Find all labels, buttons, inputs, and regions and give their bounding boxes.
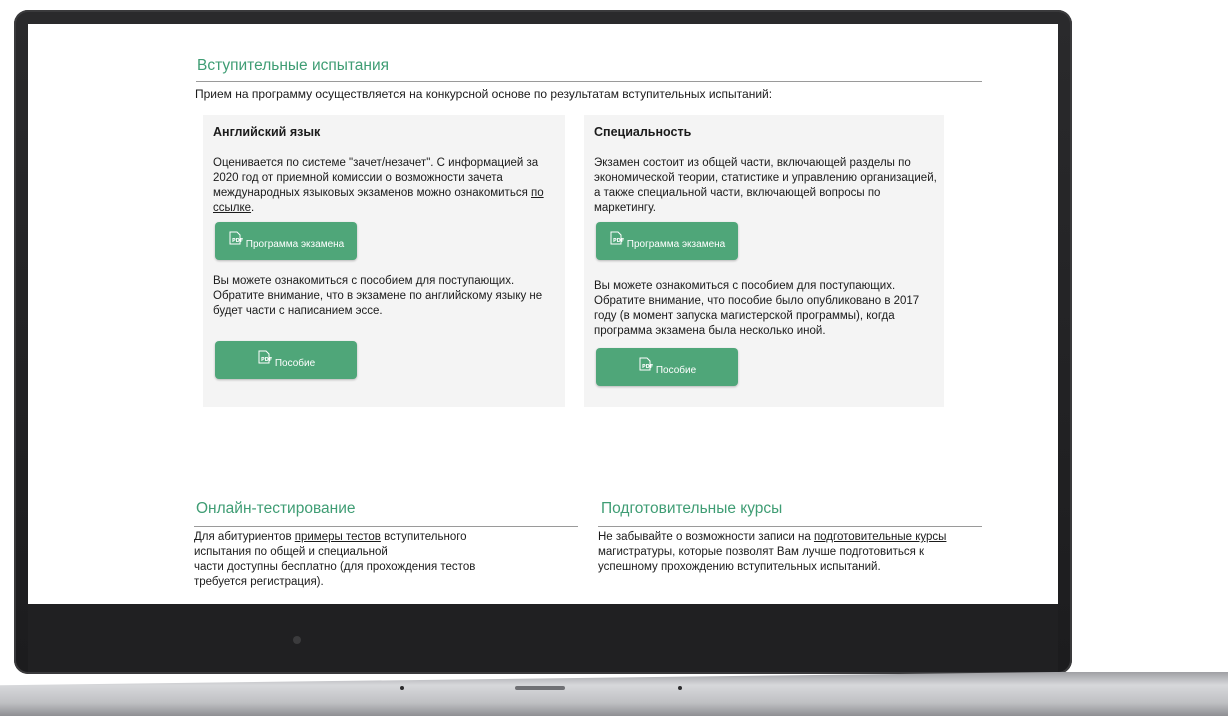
svg-text:PDF: PDF <box>232 238 243 244</box>
webcam-icon <box>293 636 301 644</box>
english-manual-button[interactable]: PDF Пособие <box>215 341 357 379</box>
courses-text-end: магистратуры, которые позволят Вам лучше… <box>598 546 925 573</box>
sample-tests-link[interactable]: примеры тестов <box>295 531 381 543</box>
online-line-1-end: вступительного <box>380 531 467 543</box>
specialty-card: Специальность Экзамен состоит из общей ч… <box>584 115 944 407</box>
english-program-button[interactable]: PDF Программа экзамена <box>215 222 357 260</box>
specialty-manual-label: Пособие <box>655 364 697 376</box>
english-title: Английский язык <box>213 125 321 139</box>
online-text: Для абитуриентов примеры тестов вступите… <box>194 530 578 590</box>
specialty-title: Специальность <box>594 125 692 139</box>
exams-intro: Прием на программу осуществляется на кон… <box>195 87 773 101</box>
english-desc-text: Оценивается по системе "зачет/незачет". … <box>213 157 539 199</box>
online-line-1-start: Для абитуриентов <box>194 531 295 543</box>
svg-text:PDF: PDF <box>642 364 653 370</box>
english-desc-end: . <box>251 202 255 214</box>
pdf-file-icon: PDF <box>258 350 272 364</box>
screen: Вступительные испытания Прием на програм… <box>28 24 1058 604</box>
exams-title: Вступительные испытания <box>197 57 390 74</box>
courses-text-start: Не забывайте о возможности записи на <box>598 531 814 543</box>
english-program-label: Программа экзамена <box>245 238 345 250</box>
online-divider <box>194 526 578 527</box>
online-line-2: испытания по общей и специальной <box>194 546 388 558</box>
specialty-program-button[interactable]: PDF Программа экзамена <box>596 222 738 260</box>
courses-divider <box>598 526 982 527</box>
courses-text: Не забывайте о возможности записи на под… <box>598 530 960 575</box>
english-desc: Оценивается по системе "зачет/незачет". … <box>213 156 558 216</box>
pdf-file-icon: PDF <box>229 231 243 245</box>
svg-text:PDF: PDF <box>261 357 272 363</box>
english-manual-text: Вы можете ознакомиться с пособием для по… <box>213 275 543 317</box>
online-title: Онлайн-тестирование <box>196 500 356 517</box>
english-card: Английский язык Оценивается по системе "… <box>203 115 565 407</box>
prep-courses-link[interactable]: подготовительные курсы <box>814 531 947 543</box>
exams-divider <box>196 81 982 82</box>
specialty-desc: Экзамен состоит из общей части, включающ… <box>594 157 937 214</box>
english-manual-label: Пособие <box>274 357 316 369</box>
online-line-1: Для абитуриентов примеры тестов вступите… <box>194 530 578 545</box>
svg-text:PDF: PDF <box>613 238 624 244</box>
laptop-hinge-notch <box>515 686 565 690</box>
laptop-base-dot <box>400 686 404 690</box>
specialty-manual-button[interactable]: PDF Пособие <box>596 348 738 386</box>
specialty-manual-text: Вы можете ознакомиться с пособием для по… <box>594 280 920 337</box>
pdf-file-icon: PDF <box>610 231 624 245</box>
courses-title: Подготовительные курсы <box>601 500 783 517</box>
laptop-bezel <box>28 604 1058 672</box>
online-line-4: требуется регистрация). <box>194 576 324 588</box>
laptop-base-dot <box>678 686 682 690</box>
pdf-file-icon: PDF <box>639 357 653 371</box>
laptop-base <box>0 672 1228 716</box>
online-line-3: части доступны бесплатно (для прохождени… <box>194 561 476 573</box>
specialty-program-label: Программа экзамена <box>626 238 726 250</box>
